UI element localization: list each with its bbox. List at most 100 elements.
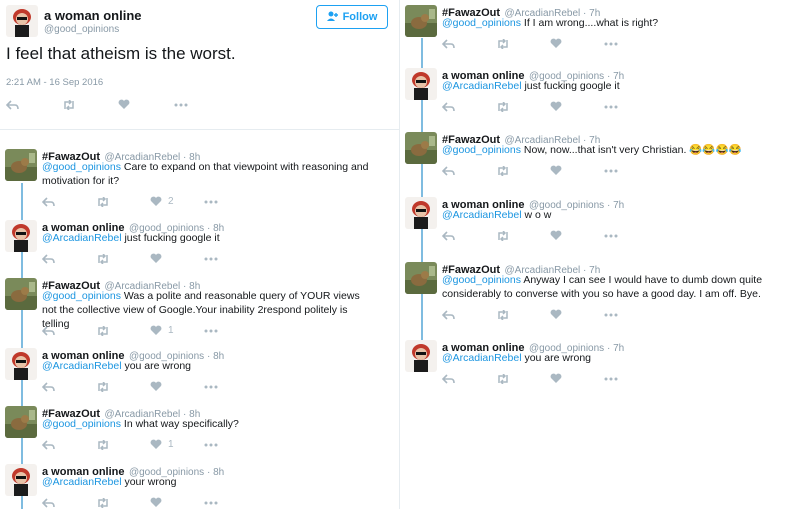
mention-link[interactable]: @ArcadianRebel <box>442 352 522 364</box>
mention-link[interactable]: @good_opinions <box>42 418 121 430</box>
reply-icon[interactable] <box>42 196 96 207</box>
reply-icon[interactable] <box>42 381 96 392</box>
more-icon[interactable] <box>604 234 658 238</box>
tweet-timestamp[interactable]: 2:21 AM - 16 Sep 2016 <box>6 77 103 88</box>
reply-icon[interactable] <box>442 101 496 112</box>
more-icon[interactable] <box>604 42 658 46</box>
like-count: 1 <box>168 325 174 336</box>
like-count: 1 <box>168 439 174 450</box>
reply-icon[interactable] <box>442 309 496 320</box>
reply-actions <box>442 101 658 112</box>
reply-icon[interactable] <box>42 325 96 336</box>
reply-body: your wrong <box>121 476 177 488</box>
reply-body: Now, now...that isn't very Christian. 😂😂… <box>520 144 742 156</box>
reply-icon[interactable] <box>442 38 496 49</box>
heart-icon[interactable]: 2 <box>150 196 204 207</box>
avatar[interactable] <box>405 132 437 164</box>
reply-text: @ArcadianRebel just fucking google it <box>442 79 777 93</box>
mention-link[interactable]: @good_opinions <box>42 290 121 302</box>
reply-actions <box>42 253 258 264</box>
mention-link[interactable]: @ArcadianRebel <box>42 360 122 372</box>
avatar[interactable] <box>5 278 37 310</box>
reply-icon[interactable] <box>442 373 496 384</box>
more-icon[interactable] <box>604 105 658 109</box>
heart-icon[interactable] <box>150 253 204 264</box>
more-icon[interactable] <box>604 169 658 173</box>
more-icon[interactable] <box>204 385 258 389</box>
retweet-icon[interactable] <box>496 101 550 112</box>
reply-actions: 1 <box>42 325 258 336</box>
retweet-icon[interactable] <box>496 230 550 241</box>
avatar[interactable] <box>5 348 37 380</box>
mention-link[interactable]: @good_opinions <box>442 144 521 156</box>
reply-icon[interactable] <box>6 99 62 110</box>
retweet-icon[interactable] <box>96 253 150 264</box>
avatar[interactable] <box>405 5 437 37</box>
heart-icon[interactable] <box>150 497 204 508</box>
reply-icon[interactable] <box>442 230 496 241</box>
avatar[interactable] <box>5 406 37 438</box>
left-panel: a woman online @good_opinions Follow I f… <box>0 0 399 509</box>
more-icon[interactable] <box>174 103 228 107</box>
heart-icon[interactable]: 1 <box>150 325 204 336</box>
reply-icon[interactable] <box>42 439 96 450</box>
mention-link[interactable]: @good_opinions <box>442 274 521 286</box>
avatar[interactable] <box>405 197 437 229</box>
retweet-icon[interactable] <box>496 373 550 384</box>
heart-icon[interactable] <box>550 309 604 320</box>
follow-label: Follow <box>342 11 378 23</box>
avatar[interactable] <box>6 5 38 37</box>
reply-body: you are wrong <box>121 360 192 372</box>
more-icon[interactable] <box>604 377 658 381</box>
like-count: 2 <box>168 196 174 207</box>
reply-text: @good_opinions Care to expand on that vi… <box>42 160 372 188</box>
author-name[interactable]: a woman online <box>44 8 142 23</box>
retweet-icon[interactable] <box>96 497 150 508</box>
divider <box>0 129 399 130</box>
retweet-icon[interactable] <box>496 309 550 320</box>
retweet-icon[interactable] <box>496 165 550 176</box>
avatar[interactable] <box>405 340 437 372</box>
avatar[interactable] <box>405 68 437 100</box>
heart-icon[interactable] <box>150 381 204 392</box>
main-tweet-actions <box>6 99 228 110</box>
more-icon[interactable] <box>204 200 258 204</box>
retweet-icon[interactable] <box>496 38 550 49</box>
more-icon[interactable] <box>204 257 258 261</box>
retweet-icon[interactable] <box>96 196 150 207</box>
avatar[interactable] <box>5 220 37 252</box>
more-icon[interactable] <box>204 329 258 333</box>
mention-link[interactable]: @good_opinions <box>42 161 121 173</box>
mention-link[interactable]: @ArcadianRebel <box>42 476 122 488</box>
heart-icon[interactable] <box>550 373 604 384</box>
more-icon[interactable] <box>204 443 258 447</box>
reply-actions <box>42 497 258 508</box>
mention-link[interactable]: @ArcadianRebel <box>442 80 522 92</box>
avatar[interactable] <box>5 464 37 496</box>
heart-icon[interactable] <box>550 230 604 241</box>
heart-icon[interactable]: 1 <box>150 439 204 450</box>
mention-link[interactable]: @ArcadianRebel <box>42 232 122 244</box>
avatar[interactable] <box>5 149 37 181</box>
reply-icon[interactable] <box>42 497 96 508</box>
retweet-icon[interactable] <box>96 439 150 450</box>
heart-icon[interactable] <box>550 165 604 176</box>
retweet-icon[interactable] <box>96 325 150 336</box>
reply-text: @ArcadianRebel you are wrong <box>42 359 372 373</box>
heart-icon[interactable] <box>118 99 174 110</box>
more-icon[interactable] <box>204 501 258 505</box>
mention-link[interactable]: @ArcadianRebel <box>442 209 522 221</box>
reply-icon[interactable] <box>442 165 496 176</box>
retweet-icon[interactable] <box>96 381 150 392</box>
reply-text: @good_opinions In what way specifically? <box>42 417 372 431</box>
more-icon[interactable] <box>604 313 658 317</box>
author-handle[interactable]: @good_opinions <box>44 24 119 35</box>
follow-button[interactable]: Follow <box>316 5 388 29</box>
retweet-icon[interactable] <box>62 99 118 110</box>
mention-link[interactable]: @good_opinions <box>442 17 521 29</box>
reply-icon[interactable] <box>42 253 96 264</box>
heart-icon[interactable] <box>550 101 604 112</box>
heart-icon[interactable] <box>550 38 604 49</box>
avatar[interactable] <box>405 262 437 294</box>
reply-text: @ArcadianRebel just fucking google it <box>42 231 372 245</box>
